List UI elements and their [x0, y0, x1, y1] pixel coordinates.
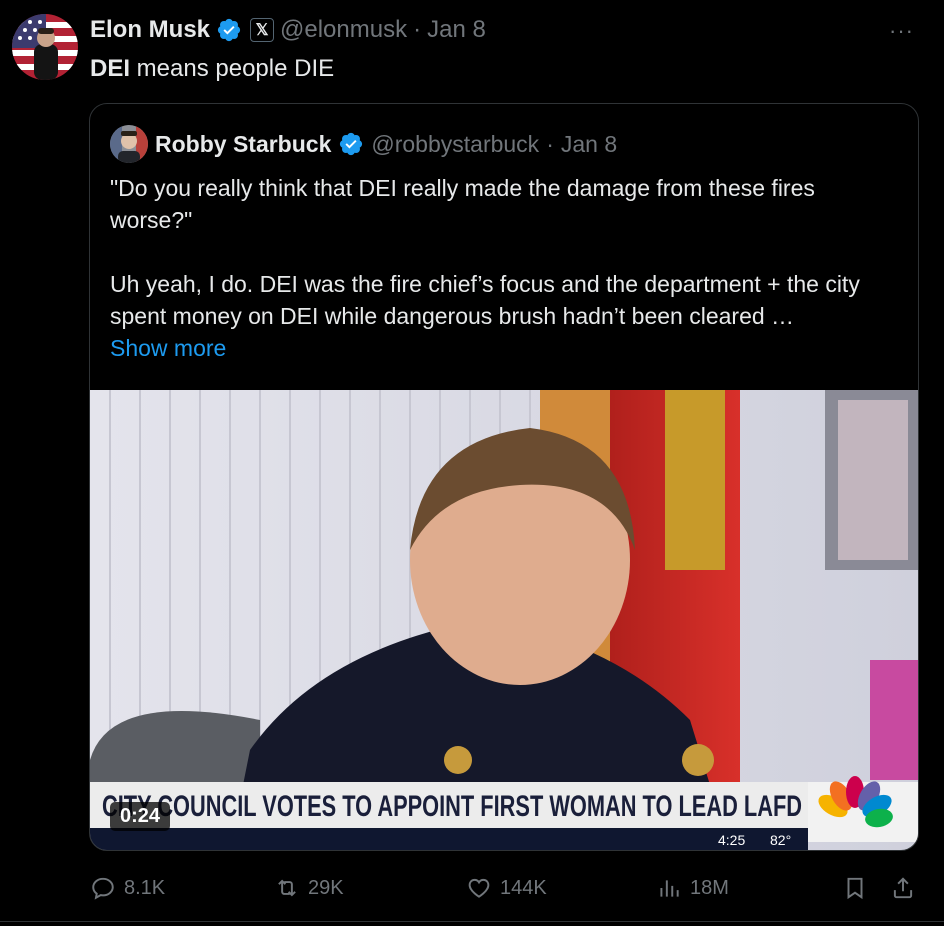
author-name[interactable]: Elon Musk [90, 16, 210, 44]
repost-button[interactable]: 29K [274, 870, 344, 906]
tweet-text-rest: means people DIE [130, 55, 335, 82]
heart-icon [468, 878, 490, 898]
author-avatar[interactable] [12, 14, 78, 80]
reply-button[interactable]: 8.1K [90, 870, 165, 906]
quoted-verified-badge-icon [340, 132, 363, 156]
reply-count: 8.1K [124, 876, 166, 899]
video-duration-badge: 0:24 [110, 802, 171, 831]
quoted-author-avatar [110, 125, 148, 163]
tweet-text: DEI means people DIE [90, 54, 334, 84]
verified-badge-icon[interactable] [216, 17, 242, 43]
share-icon [893, 877, 913, 899]
quoted-paragraph-2: Uh yeah, I do. DEI was the fire chief’s … [110, 271, 860, 329]
reply-icon [92, 877, 114, 900]
tweet-header: Elon Musk 𝕏 @elonmusk · Jan 8 [90, 14, 486, 46]
quoted-tweet-card[interactable]: Robby Starbuck @robbystarbuck · Jan 8 "D… [89, 103, 919, 851]
bookmark-button[interactable] [842, 870, 868, 906]
more-options-icon[interactable]: ··· [889, 18, 914, 44]
share-button[interactable] [890, 870, 916, 906]
tweet-date[interactable]: Jan 8 [427, 16, 486, 44]
video-chyron-text: CITY COUNCIL VOTES TO APPOINT FIRST WOMA… [102, 790, 802, 823]
video-clock-text: 4:25 [718, 832, 745, 848]
show-more-link[interactable]: Show more [110, 332, 900, 364]
repost-count: 29K [308, 876, 344, 899]
tweet-actions: 8.1K 29K 144K 18M [90, 870, 920, 906]
divider [0, 921, 944, 922]
quoted-author-name[interactable]: Robby Starbuck [155, 131, 331, 158]
separator-dot: · [413, 16, 422, 43]
author-handle[interactable]: @elonmusk [280, 16, 407, 44]
repost-icon [278, 879, 296, 897]
quoted-paragraph-1: "Do you really think that DEI really mad… [110, 175, 815, 233]
quoted-tweet-date: Jan 8 [560, 130, 618, 157]
video-player[interactable]: CITY COUNCIL VOTES TO APPOINT FIRST WOMA… [90, 390, 918, 850]
x-affiliate-badge[interactable]: 𝕏 [250, 18, 275, 42]
video-temperature-text: 82° [770, 832, 791, 848]
like-count: 144K [500, 876, 547, 899]
quoted-separator-dot: · [546, 130, 554, 157]
quoted-tweet-text: "Do you really think that DEI really mad… [110, 172, 900, 364]
views-chart-icon [660, 880, 679, 897]
bookmark-icon [847, 877, 863, 900]
views-button[interactable]: 18M [656, 870, 729, 906]
like-button[interactable]: 144K [466, 870, 547, 906]
video-thumbnail: CITY COUNCIL VOTES TO APPOINT FIRST WOMA… [90, 390, 918, 850]
tweet-text-bold: DEI [90, 55, 131, 82]
views-count: 18M [690, 876, 729, 899]
quoted-tweet-header: Robby Starbuck @robbystarbuck · Jan 8 [110, 125, 618, 163]
quoted-author-handle: @robbystarbuck [371, 130, 540, 157]
